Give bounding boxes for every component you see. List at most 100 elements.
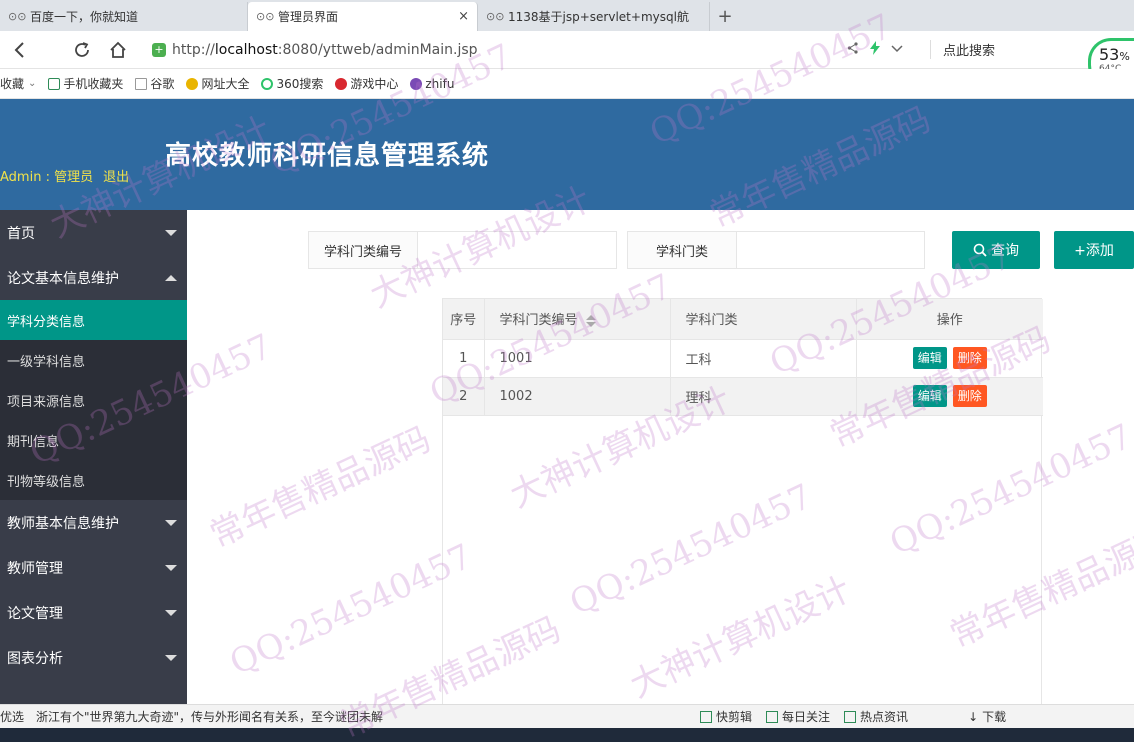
search-label-category: 学科门类 (628, 232, 737, 268)
delete-button[interactable]: 删除 (952, 347, 987, 369)
sidebar-group-paper-basic[interactable]: 论文基本信息维护 (0, 255, 187, 300)
back-icon[interactable] (6, 36, 34, 64)
status-left: 优选 (0, 710, 25, 724)
url-field[interactable]: + http://localhost:8080/yttweb/adminMain… (152, 37, 842, 63)
tab-label: 百度一下，你就知道 (30, 10, 139, 24)
query-button[interactable]: 查询 (952, 231, 1040, 269)
caret-down-icon (165, 519, 177, 526)
sidebar-item-project-source[interactable]: 项目来源信息 (0, 380, 187, 420)
browser-status-bar: 优选 浙江有个"世界第九大奇迹"，传与外形闻名有关系，至今谜团未解 快剪辑 每日… (0, 704, 1134, 728)
admin-info: Admin : 管理员 退出 (0, 166, 139, 185)
system-title: 高校教师科研信息管理系统 (165, 141, 490, 171)
status-item-hot[interactable]: 热点资讯 (844, 708, 908, 725)
page-icon (135, 77, 148, 90)
cell-index: 1 (443, 339, 485, 378)
sort-icon[interactable] (585, 314, 596, 327)
bookmark-google[interactable]: 谷歌 (135, 75, 174, 92)
add-button[interactable]: +添加 (1054, 231, 1134, 269)
clip-icon (700, 710, 713, 723)
table-header-row: 序号 学科门类编号 学科门类 操作 (443, 299, 1043, 340)
news-ticker[interactable]: 浙江有个"世界第九大奇迹"，传与外形闻名有关系，至今谜团未解 (36, 708, 686, 725)
bookmark-mobile[interactable]: 手机收藏夹 (48, 75, 123, 92)
home-icon[interactable] (104, 36, 132, 64)
os-taskbar (0, 728, 1134, 742)
tab-favicon-icon: ⊙⊙ (486, 9, 505, 23)
cpu-unit: % (1119, 50, 1130, 63)
cpu-percent: 53 (1099, 45, 1120, 64)
browser-tab-project[interactable]: ⊙⊙ 1138基于jsp+servlet+mysql航 (478, 2, 710, 31)
sidebar-group-teacher-manage[interactable]: 教师管理 (0, 545, 187, 590)
status-item-daily[interactable]: 每日关注 (766, 708, 830, 725)
sidebar-item-journal[interactable]: 期刊信息 (0, 420, 187, 460)
globe-icon (186, 77, 199, 90)
cell-index: 2 (443, 377, 485, 416)
play-icon (766, 710, 779, 723)
chevron-down-icon[interactable] (886, 42, 908, 57)
search-shortcut[interactable]: 点此搜索 (930, 40, 995, 59)
cell-actions: 编辑 删除 (856, 377, 1043, 416)
app-header: Admin : 管理员 退出 高校教师科研信息管理系统 (0, 99, 1134, 210)
secure-shield-icon: + (152, 42, 166, 57)
bookmark-hao[interactable]: 网址大全 (186, 75, 249, 92)
subject-category-table: 序号 学科门类编号 学科门类 操作 1 1001 工科 编辑 删除 2 1002… (443, 299, 1043, 416)
status-item-clip[interactable]: 快剪辑 (700, 708, 752, 725)
sidebar-group-paper-manage[interactable]: 论文管理 (0, 590, 187, 635)
cell-code: 1001 (484, 339, 671, 378)
delete-button[interactable]: 删除 (952, 385, 987, 407)
search-label-code: 学科门类编号 (309, 232, 418, 268)
lightning-icon[interactable] (864, 40, 886, 59)
url-host: localhost (214, 41, 278, 58)
browser-tab-admin[interactable]: ⊙⊙ 管理员界面 × (248, 2, 478, 31)
caret-up-icon (165, 274, 177, 281)
new-tab-button[interactable]: + (710, 2, 740, 31)
caret-down-icon (165, 654, 177, 661)
news-icon (844, 710, 857, 723)
browser-tab-baidu[interactable]: ⊙⊙ 百度一下，你就知道 (0, 2, 248, 31)
download-icon: ↓ (968, 709, 979, 724)
tab-favicon-icon: ⊙⊙ (256, 9, 275, 23)
url-prefix: http:// (172, 41, 215, 58)
bookmark-zhifu[interactable]: zhifu (410, 77, 454, 91)
edit-button[interactable]: 编辑 (912, 385, 947, 407)
header-name: 学科门类 (670, 299, 857, 340)
url-path: :8080/yttweb/adminMain.jsp (277, 41, 478, 58)
phone-icon (48, 77, 61, 90)
sidebar-group-chart-analysis[interactable]: 图表分析 (0, 635, 187, 680)
edit-button[interactable]: 编辑 (912, 347, 947, 369)
tab-favicon-icon: ⊙⊙ (8, 9, 27, 23)
search-input-category[interactable] (737, 232, 924, 268)
admin-label: Admin : 管理员 (0, 170, 94, 185)
bookmark-games[interactable]: 游戏中心 (335, 75, 398, 92)
sidebar-nav: 首页 论文基本信息维护 学科分类信息 一级学科信息 项目来源信息 期刊信息 刊物… (0, 210, 187, 704)
main-content: 学科门类编号 学科门类 查询 +添加 序号 学科门类编号 学科门类 操作 1 1… (187, 210, 1134, 704)
logout-link[interactable]: 退出 (103, 170, 129, 185)
status-item-download[interactable]: ↓ 下载 (968, 708, 1006, 725)
table-row: 2 1002 理科 编辑 删除 (443, 377, 1043, 416)
caret-down-icon (165, 564, 177, 571)
reload-icon[interactable] (68, 36, 96, 64)
table-row: 1 1001 工科 编辑 删除 (443, 339, 1043, 378)
game-icon (335, 77, 348, 90)
header-actions: 操作 (856, 299, 1043, 340)
bookmark-favorites[interactable]: 收藏 ⌄ (0, 75, 36, 92)
header-code[interactable]: 学科门类编号 (484, 299, 671, 340)
close-tab-icon[interactable]: × (458, 9, 469, 24)
sidebar-group-home[interactable]: 首页 (0, 210, 187, 255)
cell-code: 1002 (484, 377, 671, 416)
sidebar-item-subject-category[interactable]: 学科分类信息 (0, 300, 187, 340)
chevron-down-icon: ⌄ (28, 78, 37, 89)
search-input-code[interactable] (418, 232, 616, 268)
caret-down-icon (165, 609, 177, 616)
sidebar-item-journal-level[interactable]: 刊物等级信息 (0, 460, 187, 500)
sidebar-submenu: 学科分类信息 一级学科信息 项目来源信息 期刊信息 刊物等级信息 (0, 300, 187, 500)
bookmark-360[interactable]: 360搜索 (261, 75, 323, 92)
browser-tab-bar: ⊙⊙ 百度一下，你就知道 ⊙⊙ 管理员界面 × ⊙⊙ 1138基于jsp+ser… (0, 0, 1134, 31)
data-table-container: 序号 学科门类编号 学科门类 操作 1 1001 工科 编辑 删除 2 1002… (442, 298, 1043, 704)
search-field-category: 学科门类 (627, 231, 925, 269)
tab-label: 管理员界面 (278, 10, 339, 24)
tab-label: 1138基于jsp+servlet+mysql航 (508, 10, 689, 24)
cell-name: 工科 (670, 339, 857, 378)
sidebar-group-teacher-basic[interactable]: 教师基本信息维护 (0, 500, 187, 545)
sidebar-item-first-level-subject[interactable]: 一级学科信息 (0, 340, 187, 380)
share-icon[interactable] (842, 41, 864, 58)
